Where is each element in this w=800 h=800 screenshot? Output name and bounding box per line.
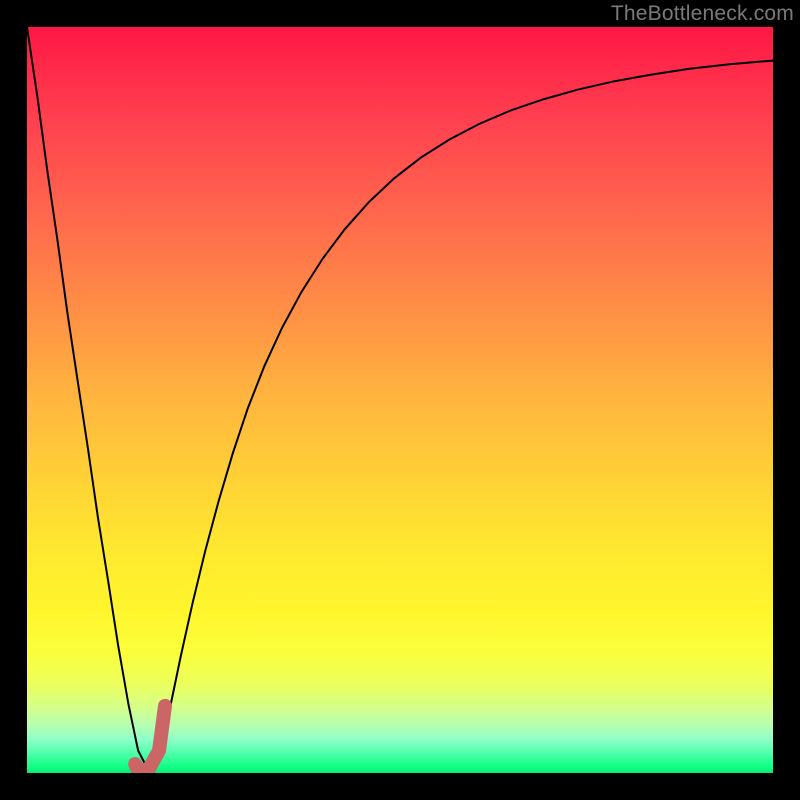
watermark-text: TheBottleneck.com [611, 2, 794, 26]
curve-layer [27, 27, 773, 773]
bottleneck-curve [27, 27, 773, 771]
plot-area [27, 27, 773, 773]
accent-j-marker [135, 706, 165, 771]
chart-frame: TheBottleneck.com [0, 0, 800, 800]
